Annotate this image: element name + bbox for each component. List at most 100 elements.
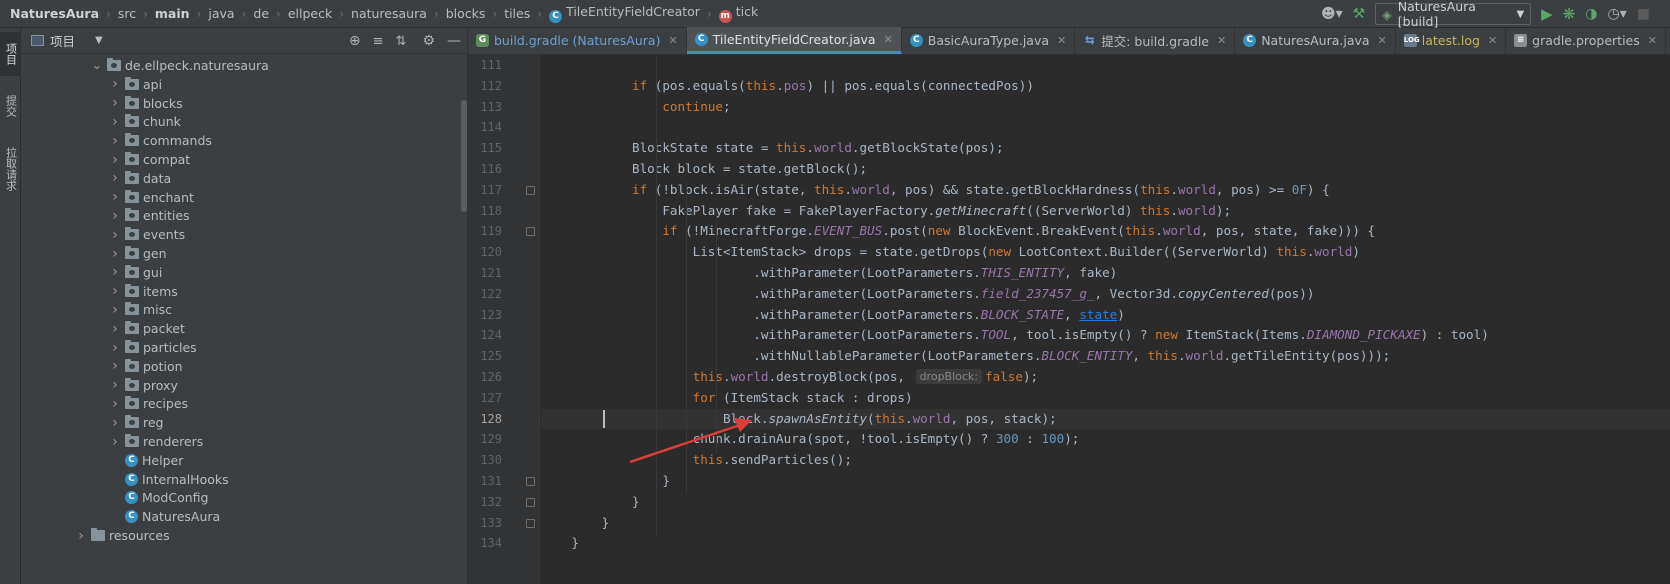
editor-tab[interactable]: LOG latest.log ✕ (1396, 27, 1507, 54)
run-icon[interactable]: ▶ (1541, 5, 1553, 23)
code-line[interactable]: if (!block.isAir(state, this.world, pos)… (541, 180, 1670, 201)
tree-item[interactable]: › potion (109, 357, 182, 376)
close-icon[interactable]: ✕ (1488, 34, 1497, 47)
chevron-down-icon[interactable]: ▼ (95, 35, 103, 46)
tab-project[interactable]: 项目 (0, 32, 21, 76)
tree-item[interactable]: C ModConfig (109, 488, 208, 507)
breadcrumb-item[interactable]: src (118, 6, 136, 21)
code-line[interactable]: List<ItemStack> drops = state.getDrops(n… (541, 242, 1670, 263)
tree-item[interactable]: ⌄ de.ellpeck.naturesaura (91, 56, 269, 75)
breadcrumb-item[interactable]: C TileEntityFieldCreator (549, 4, 700, 23)
tree-item[interactable]: › entities (109, 206, 189, 225)
project-tree-scrollbar[interactable] (461, 100, 467, 212)
code-line[interactable]: continue; (541, 97, 1670, 118)
code-line[interactable]: .withNullableParameter(LootParameters.BL… (541, 346, 1670, 367)
code-line[interactable]: .withParameter(LootParameters.THIS_ENTIT… (541, 263, 1670, 284)
user-icon[interactable]: ☻▾ (1321, 6, 1343, 22)
build-hammer-icon[interactable]: ⚒ (1353, 6, 1366, 22)
breadcrumb-item[interactable]: blocks (446, 6, 486, 21)
project-panel-title[interactable]: 项目 (50, 31, 75, 50)
code-line[interactable]: FakePlayer fake = FakePlayerFactory.getM… (541, 201, 1670, 222)
tab-commit[interactable]: 提交 (0, 84, 21, 128)
tree-item[interactable]: › gen (109, 244, 166, 263)
editor-tab[interactable]: C NaturesAura.java ✕ (1235, 27, 1396, 54)
debug-icon[interactable]: ❋ (1563, 5, 1576, 23)
gear-icon[interactable]: ⚙ (422, 33, 435, 49)
fold-marker-icon[interactable] (526, 477, 535, 486)
code-line[interactable] (541, 117, 1670, 138)
fold-marker-icon[interactable] (526, 227, 535, 237)
code-line[interactable]: } (541, 513, 1670, 534)
tab-pull-requests[interactable]: 拉取请求 (0, 138, 21, 200)
tree-item[interactable]: › api (109, 75, 162, 94)
breadcrumb-item[interactable]: NaturesAura (10, 6, 99, 21)
code-line[interactable]: .withParameter(LootParameters.BLOCK_STAT… (541, 305, 1670, 326)
run-configuration-select[interactable]: ◈ NaturesAura [build] ▼ (1375, 0, 1532, 29)
tree-item[interactable]: › commands (109, 131, 212, 150)
tree-item[interactable]: › gui (109, 263, 162, 282)
hide-icon[interactable]: — (447, 33, 461, 49)
code-line[interactable]: } (541, 533, 1670, 554)
code-line[interactable]: for (ItemStack stack : drops) (541, 388, 1670, 409)
code-line[interactable]: if (pos.equals(this.pos) || pos.equals(c… (541, 76, 1670, 97)
locate-icon[interactable]: ⊕ (349, 33, 361, 49)
code-line[interactable]: .withParameter(LootParameters.TOOL, tool… (541, 325, 1670, 346)
fold-marker-icon[interactable] (526, 497, 535, 507)
editor-tab[interactable]: ⇆ 提交: build.gradle ✕ (1075, 27, 1236, 54)
close-icon[interactable]: ✕ (1057, 34, 1066, 47)
collapse-all-icon[interactable]: ⇅ (396, 34, 407, 49)
tree-item[interactable]: › recipes (109, 394, 188, 413)
breadcrumb-item[interactable]: naturesaura (351, 6, 427, 21)
close-icon[interactable]: ✕ (884, 33, 893, 46)
tree-item[interactable]: C InternalHooks (109, 470, 229, 489)
breadcrumb-item[interactable]: main (155, 6, 190, 21)
tree-item[interactable]: › proxy (109, 376, 178, 395)
breadcrumb-item[interactable]: tiles (504, 6, 530, 21)
close-icon[interactable]: ✕ (668, 34, 677, 47)
breadcrumb-item[interactable]: m tick (718, 4, 758, 23)
expand-all-icon[interactable]: ≡ (373, 34, 384, 49)
editor-tab[interactable]: C TileEntityFieldCreator.java ✕ (686, 27, 902, 54)
code-line[interactable]: this.world.destroyBlock(pos, dropBlock: f… (541, 367, 1670, 388)
editor-tab[interactable]: ≡ gradle.properties ✕ (1506, 27, 1666, 54)
code-line[interactable]: this.sendParticles(); (541, 450, 1670, 471)
code-editor[interactable]: if (pos.equals(this.pos) || pos.equals(c… (541, 55, 1670, 584)
tree-item[interactable]: › chunk (109, 112, 181, 131)
breadcrumb-item[interactable]: ellpeck (288, 6, 332, 21)
breadcrumb-item[interactable]: java (208, 6, 234, 21)
code-line[interactable]: } (541, 492, 1670, 513)
tree-item[interactable]: › compat (109, 150, 190, 169)
tree-item[interactable]: › reg (109, 413, 163, 432)
tree-item[interactable]: › resources (75, 526, 169, 545)
tree-item[interactable]: › renderers (109, 432, 203, 451)
fold-marker-icon[interactable] (526, 518, 535, 528)
code-line[interactable]: BlockState state = this.world.getBlockSt… (541, 138, 1670, 159)
tree-item[interactable]: › packet (109, 319, 185, 338)
code-line[interactable]: if (!MinecraftForge.EVENT_BUS.post(new B… (541, 221, 1670, 242)
profile-icon[interactable]: ◷▾ (1608, 6, 1627, 22)
close-icon[interactable]: ✕ (1378, 34, 1387, 47)
tree-item[interactable]: › particles (109, 338, 196, 357)
code-line[interactable] (541, 55, 1670, 76)
coverage-icon[interactable]: ◑ (1585, 6, 1597, 22)
tree-item[interactable]: C Helper (109, 451, 183, 470)
tree-item[interactable]: › items (109, 282, 178, 301)
code-line[interactable]: } (541, 471, 1670, 492)
tree-item[interactable]: › events (109, 225, 185, 244)
fold-marker-icon[interactable] (526, 185, 535, 195)
breadcrumb-item[interactable]: de (253, 6, 269, 21)
tree-item[interactable]: › data (109, 169, 171, 188)
close-icon[interactable]: ✕ (1648, 34, 1657, 47)
stop-icon[interactable]: ■ (1637, 6, 1650, 22)
tree-item[interactable]: › misc (109, 300, 172, 319)
close-icon[interactable]: ✕ (1217, 34, 1226, 47)
tree-item[interactable]: › blocks (109, 94, 183, 113)
tree-item[interactable]: C NaturesAura (109, 507, 220, 526)
editor-tab[interactable]: C BasicAuraType.java ✕ (902, 27, 1076, 54)
tree-item[interactable]: › enchant (109, 188, 194, 207)
code-line[interactable]: chunk.drainAura(spot, !tool.isEmpty() ? … (541, 429, 1670, 450)
code-line[interactable]: .withParameter(LootParameters.field_2374… (541, 284, 1670, 305)
code-line[interactable]: Block block = state.getBlock(); (541, 159, 1670, 180)
code-line[interactable]: Block.spawnAsEntity(this.world, pos, sta… (541, 409, 1670, 430)
editor-tab[interactable]: Gbuild.gradle (NaturesAura) ✕ (468, 27, 687, 54)
